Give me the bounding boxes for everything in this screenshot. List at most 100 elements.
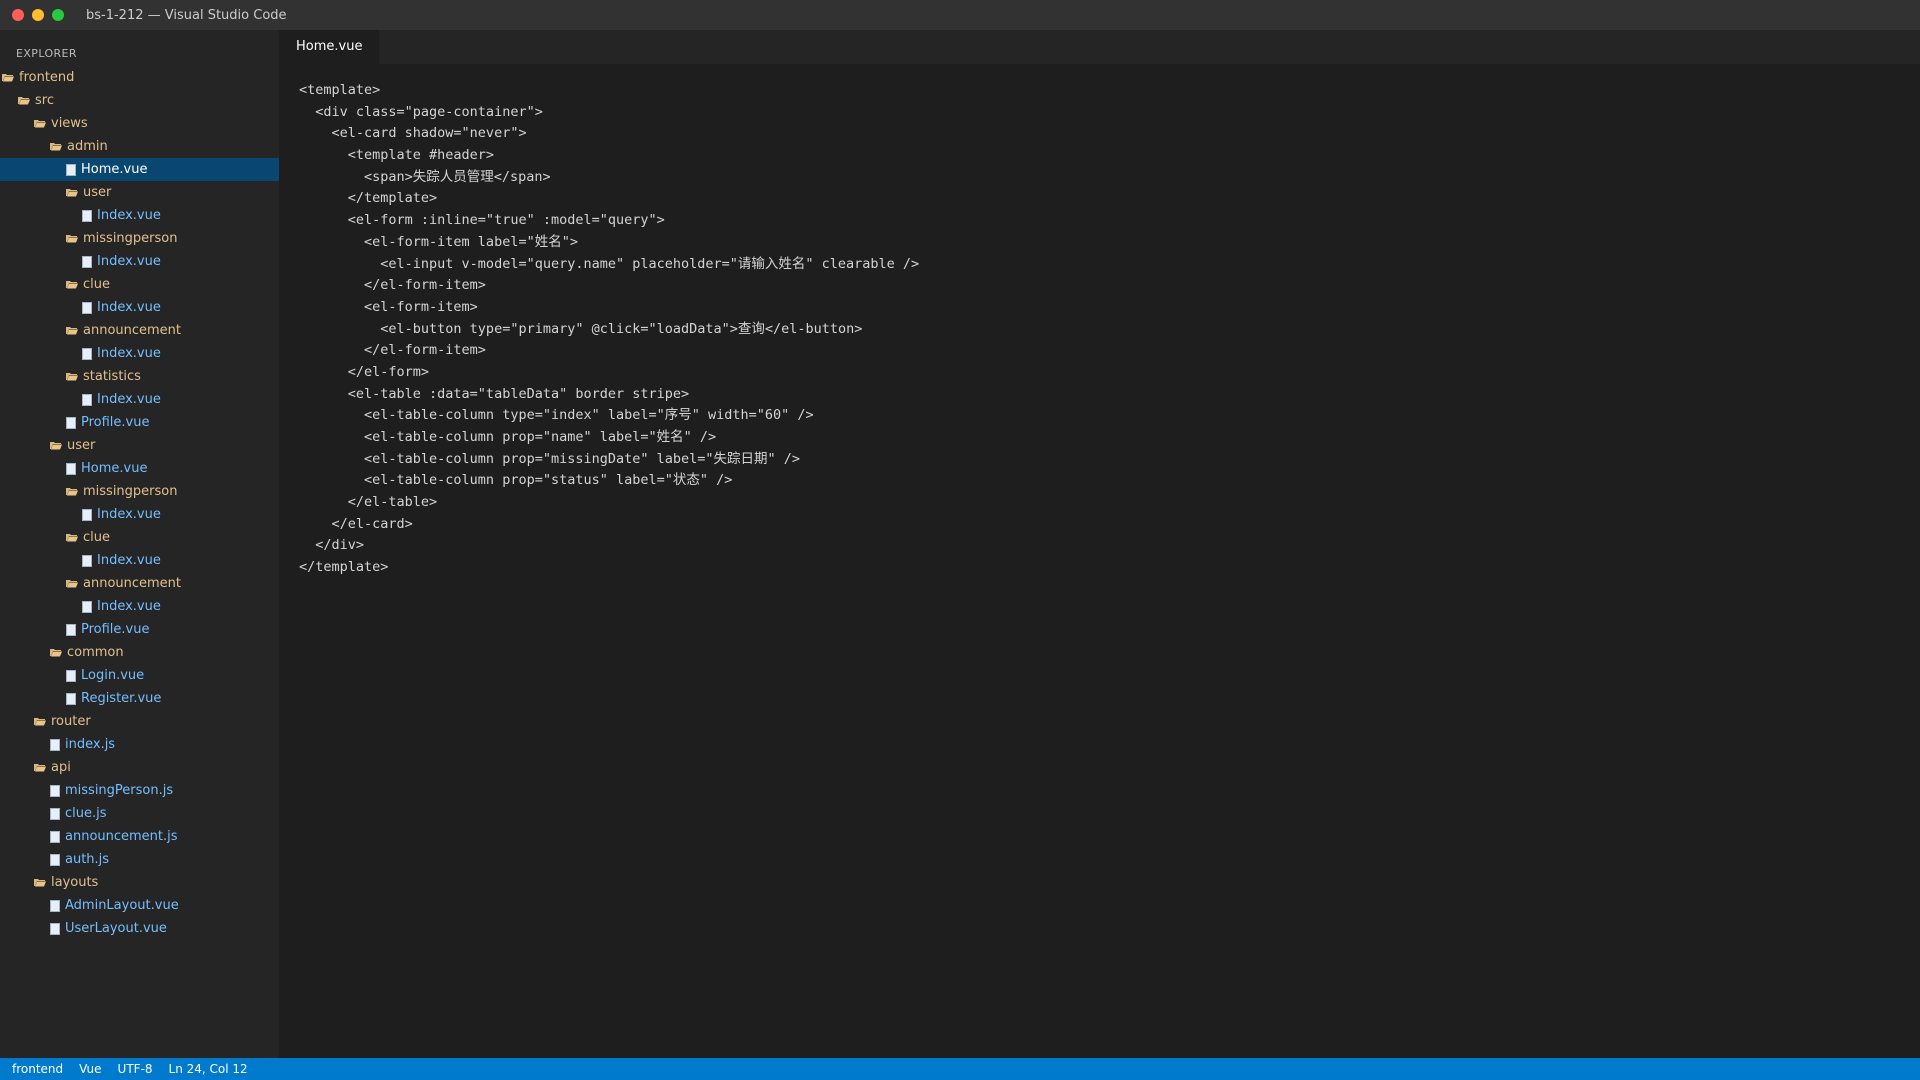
tab-home-vue[interactable]: Home.vue [279, 30, 380, 64]
tree-file[interactable]: Index.vue [0, 388, 279, 411]
folder-open-icon [66, 579, 78, 588]
file-icon [50, 922, 60, 935]
tree-item-label: Home.vue [81, 162, 148, 177]
tree-file[interactable]: Login.vue [0, 664, 279, 687]
code-editor[interactable]: <template> <div class="page-container"> … [299, 80, 919, 579]
code-line: <template> [299, 82, 381, 98]
code-line: <el-button type="primary" @click="loadDa… [299, 320, 863, 337]
tree-file[interactable]: announcement.js [0, 825, 279, 848]
tree-file[interactable]: UserLayout.vue [0, 917, 279, 940]
folder-open-icon [66, 533, 78, 542]
file-icon [66, 416, 76, 429]
tree-folder[interactable]: announcement [0, 572, 279, 595]
tree-file[interactable]: Index.vue [0, 549, 279, 572]
file-icon [50, 899, 60, 912]
tree-file[interactable]: Index.vue [0, 503, 279, 526]
tree-folder[interactable]: router [0, 710, 279, 733]
tree-file[interactable]: Profile.vue [0, 411, 279, 434]
tree-file[interactable]: Index.vue [0, 296, 279, 319]
editor-area: Home.vue <template> <div class="page-con… [279, 30, 1920, 1058]
code-line: <el-table-column prop="missingDate" labe… [299, 450, 801, 467]
file-icon [50, 738, 60, 751]
tree-file[interactable]: Profile.vue [0, 618, 279, 641]
tree-folder[interactable]: announcement [0, 319, 279, 342]
tree-file[interactable]: missingPerson.js [0, 779, 279, 802]
title-bar: bs-1-212 — Visual Studio Code [0, 0, 1920, 30]
close-window-button[interactable] [12, 9, 24, 21]
tree-item-label: admin [67, 139, 108, 154]
status-encoding[interactable]: UTF-8 [110, 1058, 161, 1080]
folder-open-icon [50, 142, 62, 151]
tree-folder[interactable]: clue [0, 526, 279, 549]
tree-item-label: Index.vue [97, 599, 161, 614]
tree-item-label: Index.vue [97, 507, 161, 522]
folder-open-icon [34, 878, 46, 887]
status-language[interactable]: Vue [71, 1058, 109, 1080]
tree-item-label: Register.vue [81, 691, 162, 706]
tree-folder[interactable]: user [0, 434, 279, 457]
folder-open-icon [66, 372, 78, 381]
tree-item-label: api [51, 760, 71, 775]
tree-file[interactable]: Index.vue [0, 250, 279, 273]
tree-folder[interactable]: api [0, 756, 279, 779]
file-icon [50, 830, 60, 843]
tab-bar: Home.vue [279, 30, 1920, 64]
tree-folder[interactable]: missingperson [0, 227, 279, 250]
tree-file[interactable]: Index.vue [0, 595, 279, 618]
tree-folder[interactable]: clue [0, 273, 279, 296]
maximize-window-button[interactable] [52, 9, 64, 21]
status-cursor-position[interactable]: Ln 24, Col 12 [161, 1058, 256, 1080]
code-line: </template> [299, 190, 438, 207]
tree-item-label: Profile.vue [81, 622, 150, 637]
file-icon [82, 301, 92, 314]
code-line: </el-card> [299, 515, 413, 532]
window-controls [12, 9, 72, 21]
code-line: <el-form-item> [299, 298, 478, 315]
tree-item-label: Index.vue [97, 254, 161, 269]
tree-item-label: Index.vue [97, 346, 161, 361]
tree-folder[interactable]: admin [0, 135, 279, 158]
tree-file[interactable]: auth.js [0, 848, 279, 871]
file-icon [82, 255, 92, 268]
tree-file[interactable]: Home.vue [0, 457, 279, 480]
tree-folder[interactable]: views [0, 112, 279, 135]
tree-item-label: missingperson [83, 484, 178, 499]
explorer-sidebar: EXPLORER frontend src views admin Home.vue us… [0, 30, 279, 1058]
folder-open-icon [66, 326, 78, 335]
explorer-title: EXPLORER [16, 47, 77, 60]
tree-file[interactable]: index.js [0, 733, 279, 756]
tree-folder[interactable]: frontend [0, 66, 279, 89]
code-line: <el-card shadow="never"> [299, 125, 527, 142]
tree-item-label: statistics [83, 369, 141, 384]
tree-file[interactable]: clue.js [0, 802, 279, 825]
tree-file[interactable]: Home.vue [0, 158, 279, 181]
file-icon [50, 807, 60, 820]
minimize-window-button[interactable] [32, 9, 44, 21]
tree-folder[interactable]: user [0, 181, 279, 204]
tree-file[interactable]: Index.vue [0, 342, 279, 365]
file-icon [82, 393, 92, 406]
folder-open-icon [34, 119, 46, 128]
tree-item-label: announcement [83, 576, 182, 591]
tree-folder[interactable]: common [0, 641, 279, 664]
tree-file[interactable]: AdminLayout.vue [0, 894, 279, 917]
tree-item-label: router [51, 714, 91, 729]
tree-folder[interactable]: statistics [0, 365, 279, 388]
code-line: </el-form-item> [299, 277, 486, 294]
tree-folder[interactable]: layouts [0, 871, 279, 894]
code-line: </template> [299, 559, 389, 576]
tree-folder[interactable]: missingperson [0, 480, 279, 503]
folder-open-icon [18, 96, 30, 105]
tree-file[interactable]: Index.vue [0, 204, 279, 227]
tree-item-label: AdminLayout.vue [65, 898, 179, 913]
code-line: </div> [299, 537, 365, 554]
tree-file[interactable]: Register.vue [0, 687, 279, 710]
file-icon [82, 554, 92, 567]
tree-item-label: Index.vue [97, 300, 161, 315]
tree-folder[interactable]: src [0, 89, 279, 112]
code-line: </el-form> [299, 363, 430, 380]
file-icon [66, 692, 76, 705]
status-folder[interactable]: frontend [0, 1058, 71, 1080]
tree-item-label: layouts [51, 875, 99, 890]
tree-item-label: missingperson [83, 231, 178, 246]
